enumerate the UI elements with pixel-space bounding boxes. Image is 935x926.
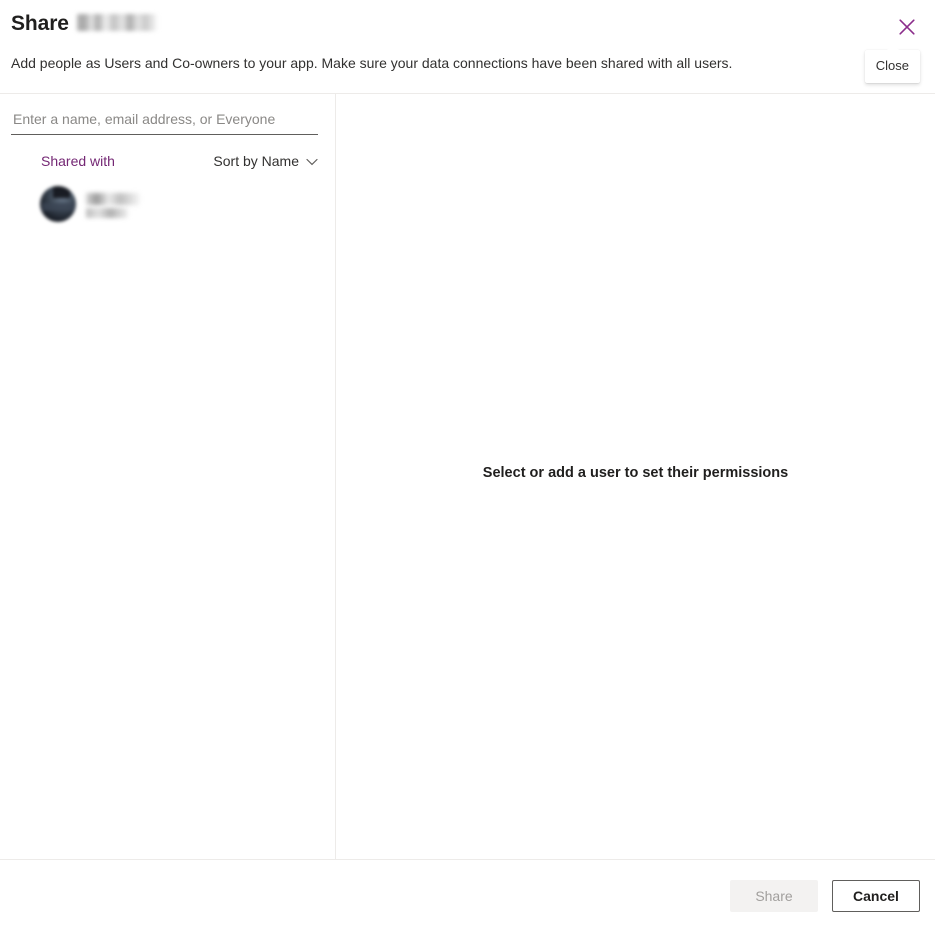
footer-actions: Share Cancel bbox=[730, 880, 920, 912]
redacted-person-name bbox=[86, 192, 140, 205]
page-title-text: Share bbox=[11, 12, 69, 35]
close-tooltip-label: Close bbox=[875, 58, 909, 73]
close-tooltip: Close bbox=[864, 44, 920, 83]
dialog-subtitle: Add people as Users and Co-owners to you… bbox=[11, 55, 733, 71]
sort-by-name-dropdown[interactable]: Sort by Name bbox=[213, 151, 318, 171]
dialog-footer: Share Cancel bbox=[0, 860, 935, 926]
permissions-empty-state: Select or add a user to set their permis… bbox=[482, 465, 789, 481]
chevron-down-icon bbox=[306, 151, 318, 171]
list-item-meta bbox=[86, 191, 140, 218]
people-panel: Shared with Sort by Name bbox=[0, 94, 335, 926]
people-search-input[interactable] bbox=[11, 111, 318, 135]
permissions-panel: Select or add a user to set their permis… bbox=[336, 94, 935, 859]
shared-with-header: Shared with Sort by Name bbox=[11, 151, 318, 171]
share-button[interactable]: Share bbox=[730, 880, 818, 912]
page-title: Share bbox=[11, 10, 157, 38]
share-dialog: Share Add people as Users and Co-owners … bbox=[0, 0, 935, 926]
cancel-button[interactable]: Cancel bbox=[832, 880, 920, 912]
close-button[interactable] bbox=[891, 11, 923, 43]
list-item[interactable] bbox=[40, 182, 320, 226]
redacted-person-role bbox=[86, 207, 128, 218]
close-x-icon bbox=[897, 17, 917, 37]
redacted-app-name bbox=[76, 14, 157, 31]
sort-by-name-label: Sort by Name bbox=[213, 153, 299, 169]
people-input-container bbox=[11, 111, 318, 135]
shared-with-label: Shared with bbox=[41, 153, 115, 169]
dialog-header: Share Add people as Users and Co-owners … bbox=[0, 0, 935, 93]
avatar bbox=[40, 186, 76, 222]
